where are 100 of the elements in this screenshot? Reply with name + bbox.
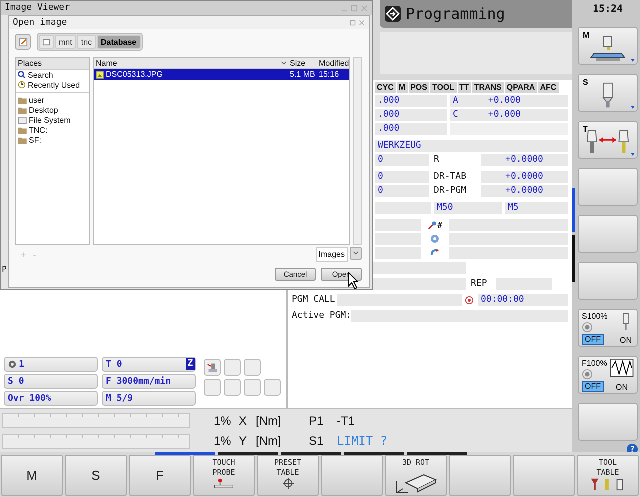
load-percent: 1% [214,414,232,428]
axis-field: A +0.000 [450,95,568,107]
path-button[interactable]: Database [97,35,141,49]
tool-parameter: DR-PGM [433,185,468,197]
file-row[interactable]: DSC05313.JPG 5.1 MB 15:16 [94,69,349,80]
pencil-icon [18,38,28,46]
status-tab[interactable]: POS [408,82,430,93]
softkey-page-indicator[interactable] [281,452,341,455]
softkey[interactable]: M [578,27,638,65]
axis-field: C +0.000 [450,109,568,121]
background-text: P [2,265,7,274]
diamond-arrow-icon [385,6,401,22]
dropdown-button[interactable] [350,247,362,260]
on-toggle[interactable]: ON [618,336,634,344]
status-tab[interactable]: CYC [375,82,396,93]
rep-label: REP [470,279,488,289]
file-name: DSC05313.JPG [106,70,163,79]
status-tab[interactable]: TOOL [430,82,457,93]
place-item[interactable]: user [16,95,89,105]
tool-offset: +0.0000 [481,154,568,166]
active-pgm-label: Active PGM: [291,311,348,321]
tool-value: 0 [375,185,429,197]
probe-button[interactable] [204,359,221,376]
tool-axis-badge: Z [186,358,195,370]
tool-parameter: DR-TAB [433,171,468,183]
status-tab[interactable]: TT [458,82,472,93]
caret-icon [631,59,635,62]
file-type-combo[interactable]: Images [316,247,348,262]
place-item[interactable]: Desktop [16,105,89,115]
unit-label: [Nm] [256,414,282,428]
status-field: 1 [4,357,98,372]
column-header[interactable]: Modified [316,58,349,68]
place-item[interactable]: Recently Used [16,80,89,90]
off-toggle[interactable]: OFF [582,380,604,392]
probe-icon [213,478,235,489]
position-value: .000 [375,123,447,135]
softkey[interactable]: S [578,74,638,112]
dial-icon [582,368,593,380]
softkey-page-indicator[interactable] [155,452,215,455]
softkey[interactable]: F100% OFF ON [578,356,638,394]
softkey[interactable]: S [65,455,127,496]
gear-icon [430,234,440,244]
maximize-icon[interactable] [351,4,358,12]
sort-caret-icon[interactable] [281,60,287,66]
softkey-page-indicator[interactable] [218,452,278,455]
close-icon[interactable] [361,4,368,12]
monitor-code: P1 [309,414,325,428]
softkey[interactable]: M [1,455,63,496]
window-title: Image Viewer [5,3,70,13]
record-icon [465,296,474,304]
place-item[interactable]: TNC: [16,125,89,135]
function-button[interactable] [264,379,281,396]
path-button[interactable]: mnt [55,35,76,49]
function-button[interactable] [244,359,261,376]
softkey[interactable]: S100% OFF ON [578,309,638,347]
function-button[interactable] [224,359,241,376]
on-toggle[interactable]: ON [614,382,630,392]
status-tab[interactable]: M [396,82,408,93]
softkey[interactable] [578,215,638,253]
softkey[interactable]: T [578,121,638,159]
gear-icon [8,360,17,369]
off-toggle[interactable]: OFF [582,334,604,344]
softkey[interactable] [578,168,638,206]
axis-label: X [239,414,248,428]
monitor-code: S1 [309,434,325,448]
place-item[interactable]: SF: [16,135,89,145]
edit-path-button[interactable] [15,34,31,50]
tool-value: 0 [375,171,429,183]
place-item[interactable]: File System [16,115,89,125]
tool-name: WERKZEUG [375,140,568,152]
softkey-page-indicator[interactable] [344,452,404,455]
crosshair-icon [282,478,294,489]
function-button[interactable] [204,379,221,396]
load-percent: 1% [214,434,232,448]
column-header[interactable]: Size [287,58,316,68]
m-function: M5 [505,202,568,214]
softkey[interactable]: F [129,455,191,496]
scrollbar[interactable] [353,57,362,245]
softkey[interactable] [578,403,638,441]
softkey-page-indicator[interactable] [407,452,467,455]
column-header[interactable]: Name [96,58,281,68]
mode-title: Programming [406,5,506,23]
close-icon[interactable] [359,20,365,26]
maximize-icon[interactable] [350,20,356,26]
softkey[interactable] [449,455,511,496]
status-tab[interactable]: TRANS [472,82,504,93]
softkey[interactable] [321,455,383,496]
softkey[interactable] [513,455,575,496]
function-button[interactable] [244,379,261,396]
function-button[interactable] [224,379,241,396]
drive-icon [43,38,50,46]
status-tab[interactable]: AFC [538,82,559,93]
status-tab[interactable]: QPARA [504,82,538,93]
tool-offset: +0.0000 [481,171,568,183]
place-item[interactable]: Search [16,70,89,80]
softkey[interactable] [578,262,638,300]
path-button[interactable]: tnc [77,35,96,49]
path-root-button[interactable] [39,35,54,49]
override-label: F100% [582,358,608,368]
zigzag-icon [610,358,634,376]
